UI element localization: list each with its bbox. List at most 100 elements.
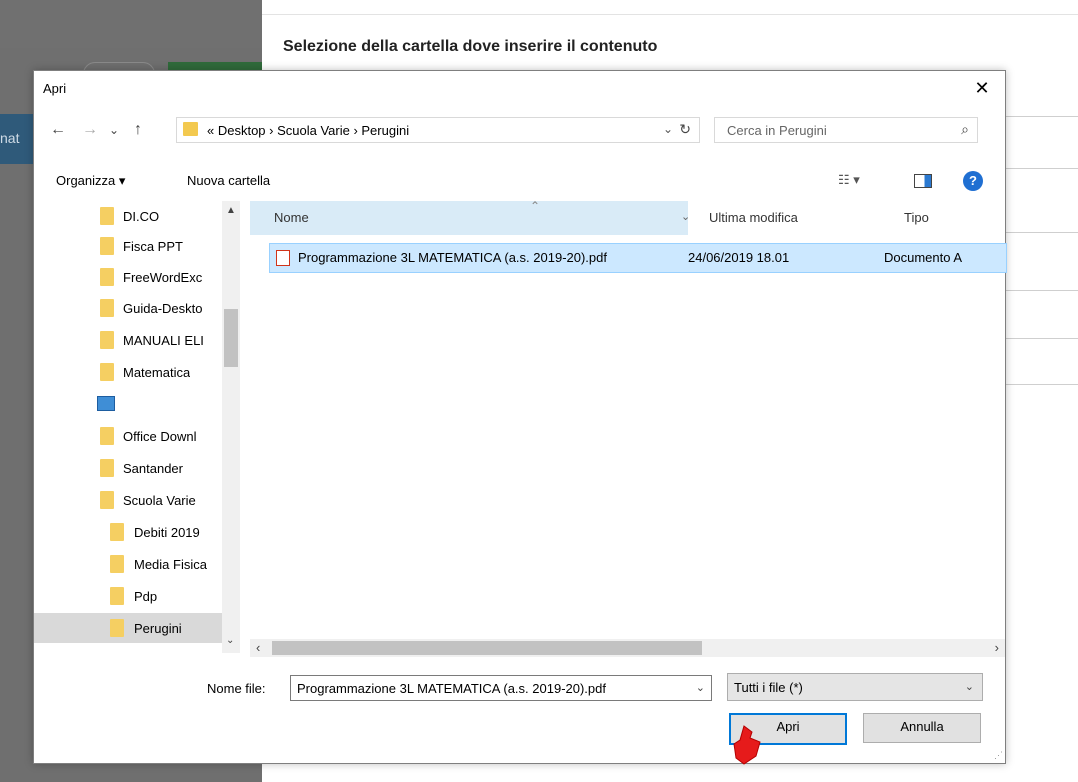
tree-item-perugini[interactable]: Perugini — [34, 613, 224, 643]
column-header-name[interactable] — [250, 201, 688, 235]
scroll-down-icon[interactable]: ⌄ — [226, 635, 234, 646]
tree-item-fisca-ppt[interactable]: Fisca PPT — [34, 231, 224, 261]
back-arrow-icon[interactable]: ← — [48, 121, 68, 139]
recent-locations-chevron-icon[interactable]: ⌄ — [104, 123, 124, 137]
column-header-modified[interactable]: Ultima modifica — [709, 210, 798, 225]
breadcrumb[interactable]: « Desktop › Scuola Varie › Perugini — [207, 123, 409, 138]
tree-item-guida-desktop[interactable]: Guida-Deskto — [34, 293, 224, 323]
tree-item-manuali[interactable]: MANUALI ELI — [34, 325, 224, 355]
background-heading: Selezione della cartella dove inserire i… — [283, 38, 658, 55]
filename-input[interactable]: Programmazione 3L MATEMATICA (a.s. 2019-… — [290, 675, 712, 701]
tree-scrollbar[interactable]: ▲ ⌄ — [222, 201, 240, 653]
refresh-icon[interactable]: ↻ — [679, 121, 691, 138]
folder-icon — [100, 237, 114, 255]
tree-item-dico[interactable]: DI.CO — [34, 201, 224, 231]
folder-tree: DI.CO Fisca PPT FreeWordExc Guida-Deskto… — [34, 201, 247, 653]
column-header-name-label: Nome — [274, 210, 309, 225]
file-type-value: Tutti i file (*) — [734, 680, 803, 695]
tree-item-scuola-varie[interactable]: Scuola Varie — [34, 485, 224, 515]
file-name: Programmazione 3L MATEMATICA (a.s. 2019-… — [298, 250, 607, 265]
open-file-dialog: Apri ✕ ← → ⌄ ↑ « Desktop › Scuola Varie … — [33, 70, 1007, 764]
folder-icon — [100, 299, 114, 317]
file-modified: 24/06/2019 18.01 — [688, 250, 790, 265]
scroll-up-icon[interactable]: ▲ — [226, 205, 236, 216]
chevron-down-icon[interactable]: ⌄ — [965, 680, 974, 693]
cancel-button[interactable]: Annulla — [863, 713, 981, 743]
close-icon[interactable]: ✕ — [959, 71, 1005, 105]
file-type: Documento A — [884, 250, 963, 265]
background-partial-text: nat — [0, 130, 20, 146]
hand-pointer-icon — [733, 725, 761, 765]
column-header-type[interactable]: Tipo — [904, 210, 929, 225]
scrollbar-thumb[interactable] — [224, 309, 238, 367]
file-type-select[interactable]: Tutti i file (*) ⌄ — [727, 673, 983, 701]
tree-item-santander[interactable]: Santander — [34, 453, 224, 483]
file-list: ⌃ Nome ⌄ Ultima modifica Tipo Programmaz… — [250, 199, 1007, 653]
help-icon[interactable]: ? — [963, 171, 983, 191]
folder-icon — [110, 555, 124, 573]
dialog-title: Apri — [43, 81, 67, 96]
tree-item-label: Santander — [123, 461, 183, 476]
search-input[interactable]: Cerca in Perugini ⌕ — [714, 117, 978, 143]
organize-menu-button[interactable]: Organizza ▾ — [56, 173, 125, 189]
tree-item-office-downloads[interactable]: Office Downl — [34, 421, 224, 451]
tree-item-label: Office Downl — [123, 429, 197, 444]
background-divider — [1000, 116, 1078, 117]
background-divider — [1000, 384, 1078, 385]
tree-item-label: Scuola Varie — [123, 493, 196, 508]
folder-icon — [100, 427, 114, 445]
file-list-hscrollbar[interactable]: ‹ › — [250, 639, 1005, 657]
filename-value: Programmazione 3L MATEMATICA (a.s. 2019-… — [297, 681, 606, 696]
pdf-file-icon — [276, 250, 290, 266]
tree-item-label: MANUALI ELI — [123, 333, 204, 348]
scroll-left-icon[interactable]: ‹ — [256, 640, 260, 655]
sort-ascending-icon: ⌃ — [530, 199, 541, 213]
resize-grip-icon[interactable]: ⋰ — [994, 750, 1003, 761]
chevron-down-icon[interactable]: ⌄ — [663, 122, 673, 136]
background-divider — [1000, 168, 1078, 169]
folder-icon — [110, 523, 124, 541]
tree-item-label: Pdp — [134, 589, 158, 604]
background-divider — [1000, 290, 1078, 291]
file-row[interactable]: Programmazione 3L MATEMATICA (a.s. 2019-… — [269, 243, 1007, 273]
tree-item-debiti-2019[interactable]: Debiti 2019 — [34, 517, 224, 547]
folder-icon — [100, 459, 114, 477]
folder-icon — [100, 207, 114, 225]
view-options-icon[interactable]: ☷ ▾ — [838, 172, 860, 188]
up-arrow-icon[interactable]: ↑ — [128, 121, 148, 139]
tree-item-label: DI.CO — [123, 209, 160, 224]
scrollbar-thumb[interactable] — [272, 641, 702, 655]
tree-item-label: Fisca PPT — [123, 239, 183, 254]
tree-item-freewordexc[interactable]: FreeWordExc — [34, 262, 224, 292]
tree-item-label: Media Fisica — [134, 557, 207, 572]
tree-item-label: Perugini — [134, 621, 182, 636]
folder-icon — [110, 619, 124, 637]
background-divider — [1000, 232, 1078, 233]
tree-item-media-fisica[interactable]: Media Fisica — [34, 549, 224, 579]
column-header-row: ⌃ Nome ⌄ Ultima modifica Tipo — [250, 199, 1005, 235]
address-bar[interactable]: « Desktop › Scuola Varie › Perugini ⌄ ↻ — [176, 117, 700, 143]
command-toolbar: Organizza ▾ Nuova cartella ☷ ▾ ? — [34, 165, 1005, 199]
tree-item-image-file[interactable] — [34, 389, 224, 419]
dialog-titlebar[interactable]: Apri ✕ — [34, 71, 1005, 105]
column-dropdown-icon[interactable]: ⌄ — [681, 210, 690, 223]
background-header-strip — [0, 0, 262, 48]
tree-item-label: Matematica — [123, 365, 191, 380]
background-divider — [1000, 338, 1078, 339]
tree-item-matematica[interactable]: Matematica — [34, 357, 224, 387]
filename-label: Nome file: — [207, 681, 266, 696]
folder-icon — [100, 268, 114, 286]
folder-icon — [100, 331, 114, 349]
scroll-right-icon[interactable]: › — [995, 640, 999, 655]
tree-item-label: FreeWordExc — [123, 270, 203, 285]
new-folder-button[interactable]: Nuova cartella — [187, 173, 270, 188]
search-icon[interactable]: ⌕ — [961, 121, 969, 138]
navigation-bar: ← → ⌄ ↑ « Desktop › Scuola Varie › Perug… — [34, 109, 1005, 153]
tree-item-pdp[interactable]: Pdp — [34, 581, 224, 611]
forward-arrow-icon[interactable]: → — [80, 121, 100, 139]
folder-icon — [183, 122, 198, 136]
search-placeholder: Cerca in Perugini — [727, 123, 827, 138]
chevron-down-icon[interactable]: ⌄ — [696, 681, 705, 694]
preview-pane-icon[interactable] — [914, 174, 932, 188]
folder-icon — [110, 587, 124, 605]
